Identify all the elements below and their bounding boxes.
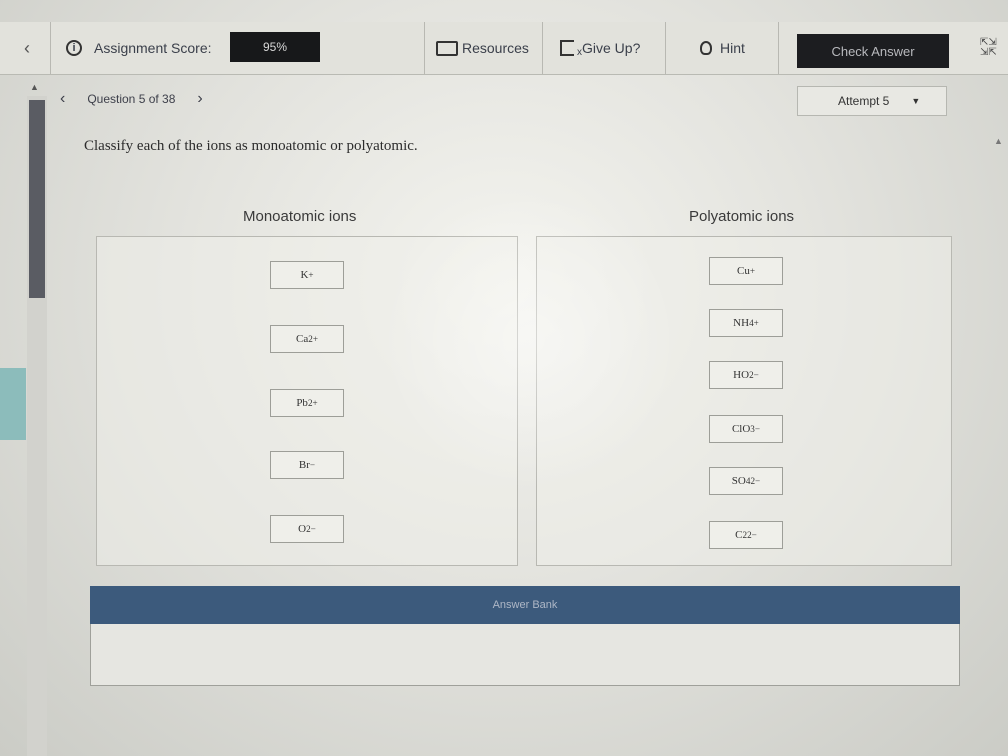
resources-button[interactable]: Resources <box>436 22 529 74</box>
ion-symbol: C <box>735 529 743 541</box>
toolbar-divider <box>665 22 666 74</box>
polyatomic-drop-zone[interactable]: Cu + NH 4 + HO 2− ClO 3− SO 4 2− C 2 2− <box>536 236 952 566</box>
chevron-left-icon[interactable]: ‹ <box>24 22 30 74</box>
ion-symbol: Pb <box>296 397 308 409</box>
assignment-score-value: 95% <box>230 32 320 62</box>
ion-charge: 2− <box>747 530 757 540</box>
scroll-up-icon[interactable]: ▲ <box>30 82 39 92</box>
polyatomic-heading: Polyatomic ions <box>689 208 795 225</box>
side-tab[interactable] <box>0 368 26 440</box>
ion-symbol: ClO <box>731 423 751 435</box>
give-up-label: Give Up? <box>582 40 641 56</box>
attempt-label: Attempt 5 <box>838 94 890 108</box>
ion-charge: 2+ <box>307 398 318 408</box>
answer-bank-drop-zone[interactable] <box>90 624 960 686</box>
scrollbar-thumb[interactable] <box>29 100 45 298</box>
ion-symbol: O <box>298 523 307 535</box>
ion-charge: − <box>309 460 316 470</box>
ion-charge: + <box>753 318 759 328</box>
ion-symbol: SO <box>731 475 746 487</box>
question-navigation: ‹ Question 5 of 38 › <box>60 88 203 110</box>
question-counter: Question 5 of 38 <box>87 92 176 106</box>
ion-chip[interactable]: SO 4 2− <box>709 467 783 495</box>
ion-chip[interactable]: Ca 2+ <box>270 325 344 353</box>
ion-charge: − <box>754 424 761 434</box>
answer-bank[interactable]: Answer Bank <box>90 586 960 686</box>
ion-chip[interactable]: NH 4 + <box>709 309 783 337</box>
ion-chip[interactable]: Br − <box>270 451 344 479</box>
toolbar-divider <box>778 22 779 74</box>
ion-chip[interactable]: HO 2− <box>709 361 783 389</box>
resources-label: Resources <box>462 40 529 56</box>
hint-button[interactable]: Hint <box>700 22 745 74</box>
ion-chip[interactable]: O 2− <box>270 515 344 543</box>
ion-chip[interactable]: Pb 2+ <box>270 389 344 417</box>
ion-symbol: Br <box>298 459 310 471</box>
ion-charge: + <box>308 270 314 280</box>
screen: ‹ i Assignment Score: Resources Give Up?… <box>0 0 1008 756</box>
ion-chip[interactable]: K + <box>270 261 344 289</box>
toolbar-divider <box>50 22 51 74</box>
ion-charge: 2− <box>750 476 761 486</box>
hint-label: Hint <box>720 40 745 56</box>
ion-chip[interactable]: Cu + <box>709 257 783 285</box>
ion-charge: 2+ <box>308 334 318 344</box>
monoatomic-drop-zone[interactable]: K + Ca 2+ Pb 2+ Br − O 2− <box>96 236 518 566</box>
ion-symbol: NH <box>733 317 750 329</box>
expand-icon[interactable]: ⇱⇲ ⇲⇱ <box>980 38 998 60</box>
ion-symbol: Cu <box>736 265 750 277</box>
ion-symbol: HO <box>733 369 750 381</box>
check-answer-button[interactable]: Check Answer <box>797 34 949 68</box>
toolbar-divider <box>424 22 425 74</box>
give-up-button[interactable]: Give Up? <box>560 22 640 74</box>
scroll-up-right-icon[interactable]: ▲ <box>994 136 1003 146</box>
ion-chip[interactable]: C 2 2− <box>709 521 783 549</box>
attempt-dropdown[interactable]: Attempt 5 ▼ <box>797 86 947 116</box>
caret-down-icon: ▼ <box>911 96 921 106</box>
ion-chip[interactable]: ClO 3− <box>709 415 783 443</box>
next-question-icon[interactable]: › <box>197 90 202 108</box>
ion-symbol: K <box>300 269 309 281</box>
ion-charge: − <box>753 370 759 380</box>
answer-bank-header: Answer Bank <box>90 586 960 624</box>
lightbulb-icon <box>700 41 712 55</box>
assignment-score-label: Assignment Score: <box>94 40 212 56</box>
folder-icon <box>436 40 458 56</box>
give-up-icon <box>560 40 582 58</box>
toolbar-divider <box>542 22 543 74</box>
ion-charge: 2− <box>306 524 316 534</box>
previous-question-icon[interactable]: ‹ <box>60 90 65 108</box>
assignment-score: i Assignment Score: <box>66 22 212 74</box>
question-prompt: Classify each of the ions as monoatomic … <box>84 138 418 154</box>
ion-symbol: Ca <box>296 333 309 345</box>
info-icon[interactable]: i <box>66 40 82 56</box>
monoatomic-heading: Monoatomic ions <box>243 208 357 225</box>
ion-charge: + <box>749 266 755 276</box>
